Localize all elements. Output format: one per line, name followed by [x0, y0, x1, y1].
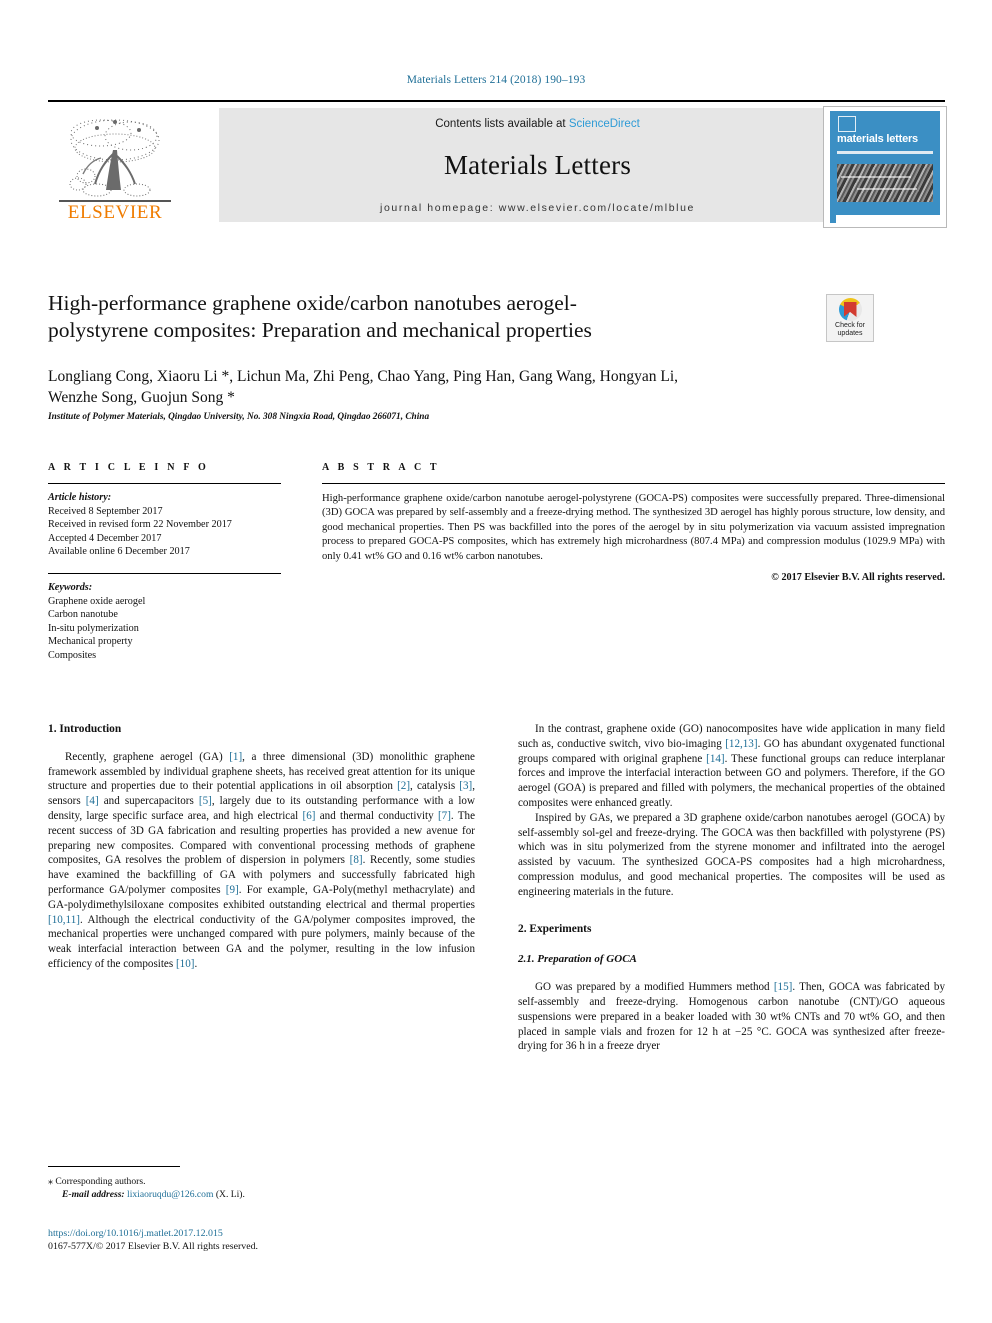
prep-text-a: GO was prepared by a modified Hummers me…: [535, 981, 774, 994]
article-info-column: A R T I C L E I N F O Article history: R…: [48, 462, 281, 663]
abstract-column: A B S T R A C T High-performance graphen…: [322, 462, 945, 583]
footnote-block: ⁎ Corresponding authors. E-mail address:…: [48, 1166, 475, 1201]
cover-elsevier-icon: [838, 116, 856, 132]
keywords-block: Keywords: Graphene oxide aerogel Carbon …: [48, 581, 281, 663]
doi-link[interactable]: https://doi.org/10.1016/j.matlet.2017.12…: [48, 1227, 475, 1240]
intro-text-l: .: [194, 957, 198, 970]
citation-4[interactable]: [4]: [86, 795, 99, 807]
corresponding-author-note: ⁎ Corresponding authors.: [48, 1175, 475, 1188]
keyword-4: Composites: [48, 649, 97, 661]
citation-14[interactable]: [14]: [706, 753, 724, 765]
email-label: E-mail address:: [62, 1189, 125, 1200]
paper-page: Materials Letters 214 (2018) 190–193 ELS…: [0, 0, 992, 1323]
affiliation: Institute of Polymer Materials, Qingdao …: [48, 412, 430, 422]
journal-cover-art: materials letters: [830, 111, 940, 223]
citation-12-13[interactable]: [12,13]: [725, 738, 757, 750]
abstract-rule: [322, 483, 945, 484]
citation-9[interactable]: [9]: [226, 884, 239, 896]
cover-micrograph-image: [837, 164, 933, 202]
cover-footer-strip: [836, 215, 940, 223]
journal-masthead: ELSEVIER Contents lists available at Sci…: [48, 100, 947, 232]
elsevier-tree-icon: [69, 119, 160, 197]
intro-text-k: . Although the electrical conductivity o…: [48, 913, 475, 970]
footnote-rule: [48, 1166, 180, 1167]
journal-homepage-link[interactable]: journal homepage: www.elsevier.com/locat…: [219, 202, 856, 214]
go-paragraph: In the contrast, graphene oxide (GO) nan…: [518, 722, 945, 811]
author-list: Longliang Cong, Xiaoru Li *, Lichun Ma, …: [48, 366, 928, 408]
running-head: Materials Letters 214 (2018) 190–193: [406, 74, 586, 86]
author-line-1: Longliang Cong, Xiaoru Li *, Lichun Ma, …: [48, 368, 679, 385]
keyword-0: Graphene oxide aerogel: [48, 595, 146, 607]
crossmark-label-line-1: Check for: [835, 322, 865, 329]
citation-15[interactable]: [15]: [774, 981, 792, 993]
crossmark-label: Check for updates: [827, 322, 873, 338]
abstract-copyright: © 2017 Elsevier B.V. All rights reserved…: [771, 572, 945, 584]
page-footer: https://doi.org/10.1016/j.matlet.2017.12…: [48, 1227, 475, 1254]
issn-copyright-line: 0167-577X/© 2017 Elsevier B.V. All right…: [48, 1241, 259, 1253]
corresponding-author-text: Corresponding authors.: [53, 1176, 146, 1187]
cover-journal-title: materials letters: [837, 133, 918, 145]
keyword-1: Carbon nanotube: [48, 609, 118, 621]
section-heading-experiments: 2. Experiments: [518, 922, 592, 935]
intro-paragraph: Recently, graphene aerogel (GA) [1], a t…: [48, 750, 475, 972]
cover-rule: [837, 151, 933, 154]
citation-6[interactable]: [6]: [303, 810, 316, 822]
citation-8[interactable]: [8]: [350, 854, 363, 866]
citation-1[interactable]: [1]: [229, 751, 242, 763]
keyword-3: Mechanical property: [48, 636, 133, 648]
elsevier-wordmark: ELSEVIER: [67, 202, 163, 223]
contents-prefix: Contents lists available at: [435, 118, 569, 130]
citation-5[interactable]: [5]: [199, 795, 212, 807]
article-info-heading: A R T I C L E I N F O: [48, 462, 209, 473]
keywords-rule: [48, 572, 281, 574]
article-history-label: Article history:: [48, 492, 112, 503]
intro-text-g: and thermal conductivity: [315, 809, 438, 822]
citation-2[interactable]: [2]: [397, 780, 410, 792]
citation-7[interactable]: [7]: [438, 810, 451, 822]
intro-text-e: and supercapacitors: [98, 795, 199, 808]
page-title: High-performance graphene oxide/carbon n…: [48, 290, 818, 344]
history-item-3: Available online 6 December 2017: [48, 546, 190, 558]
sciencedirect-link[interactable]: ScienceDirect: [569, 118, 640, 130]
preparation-paragraph: GO was prepared by a modified Hummers me…: [518, 980, 945, 1054]
crossmark-label-line-2: updates: [837, 330, 863, 337]
subsection-heading-preparation-goca: 2.1. Preparation of GOCA: [518, 953, 637, 966]
email-link[interactable]: lixiaoruqdu@126.com: [127, 1189, 213, 1200]
article-history-block: Article history: Received 8 September 20…: [48, 491, 281, 559]
body-column-right: In the contrast, graphene oxide (GO) nan…: [518, 722, 945, 1054]
journal-cover-thumbnail[interactable]: materials letters: [823, 106, 947, 228]
masthead-top-rule: [48, 100, 945, 102]
email-note: E-mail address: lixiaoruqdu@126.com (X. …: [48, 1188, 475, 1201]
history-item-0: Received 8 September 2017: [48, 505, 163, 517]
keyword-2: In-situ polymerization: [48, 622, 139, 634]
history-item-2: Accepted 4 December 2017: [48, 532, 162, 544]
abstract-heading: A B S T R A C T: [322, 462, 440, 473]
author-line-2: Wenzhe Song, Guojun Song *: [48, 389, 235, 406]
intro-text-a: Recently, graphene aerogel (GA): [65, 750, 230, 763]
history-item-1: Received in revised form 22 November 201…: [48, 519, 232, 531]
citation-3[interactable]: [3]: [459, 780, 472, 792]
goca-paragraph: Inspired by GAs, we prepared a 3D graphe…: [518, 811, 945, 898]
body-column-left: 1. Introduction Recently, graphene aerog…: [48, 722, 475, 972]
crossmark-icon: [838, 298, 862, 321]
title-line-2: polystyrene composites: Preparation and …: [48, 318, 592, 342]
article-info-rule: [48, 483, 281, 484]
keywords-label: Keywords:: [48, 581, 93, 593]
journal-title: Materials Letters: [443, 150, 632, 180]
elsevier-logo: ELSEVIER: [53, 114, 177, 224]
title-line-1: High-performance graphene oxide/carbon n…: [48, 291, 577, 315]
citation-10-11[interactable]: [10,11]: [48, 914, 80, 926]
email-suffix: (X. Li).: [213, 1189, 245, 1200]
crossmark-badge[interactable]: Check for updates: [826, 294, 874, 342]
section-heading-introduction: 1. Introduction: [48, 723, 122, 735]
abstract-text: High-performance graphene oxide/carbon n…: [322, 493, 945, 562]
intro-text-c: , catalysis: [410, 780, 460, 793]
citation-10[interactable]: [10]: [176, 958, 194, 970]
contents-available-line: Contents lists available at ScienceDirec…: [219, 118, 856, 130]
